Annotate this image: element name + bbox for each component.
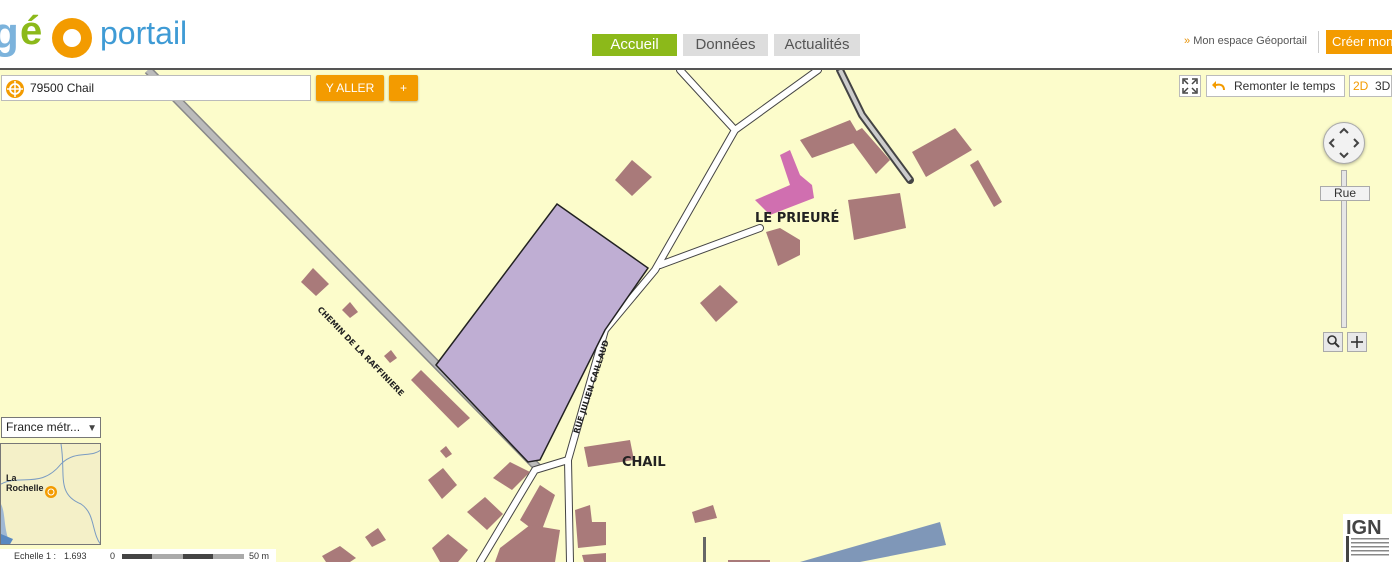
create-account-button[interactable]: Créer mon bbox=[1326, 30, 1392, 54]
geoportail-logo[interactable]: g é portail bbox=[0, 6, 222, 62]
header: g é portail Accueil Données Actualités »… bbox=[0, 0, 1392, 68]
zoom-box-button[interactable] bbox=[1323, 332, 1343, 352]
water-body bbox=[800, 522, 946, 562]
undo-arrow-icon bbox=[1212, 81, 1225, 90]
scale-ratio: 1.693 bbox=[64, 551, 87, 561]
tab-actualites[interactable]: Actualités bbox=[774, 34, 860, 56]
scale-echelle-label: Echelle 1 : bbox=[14, 551, 57, 561]
go-button[interactable]: Y ALLER bbox=[316, 75, 384, 101]
svg-text:IGN: IGN bbox=[1346, 517, 1382, 539]
scale-graduation bbox=[122, 554, 244, 559]
overview-map[interactable]: La Rochelle bbox=[0, 443, 101, 545]
scale-start: 0 bbox=[110, 551, 116, 561]
fullscreen-button[interactable] bbox=[1179, 75, 1201, 97]
move-icon bbox=[1351, 336, 1363, 348]
add-button[interactable]: + bbox=[389, 75, 418, 101]
header-divider bbox=[1318, 31, 1319, 53]
scale-bar: Echelle 1 : 1.693 0 50 m bbox=[0, 549, 276, 562]
projection-value: France métr... bbox=[6, 420, 81, 434]
mon-espace-link[interactable]: » Mon espace Géoportail bbox=[1184, 35, 1307, 47]
mode-2d[interactable]: 2D bbox=[1353, 76, 1368, 96]
pan-arrows-icon bbox=[1328, 127, 1360, 159]
locate-icon[interactable] bbox=[5, 79, 25, 99]
svg-text:g: g bbox=[0, 9, 19, 58]
search-bar bbox=[1, 75, 311, 101]
ign-logo[interactable]: IGN bbox=[1343, 514, 1392, 562]
ign-logo-image: IGN bbox=[1346, 517, 1389, 562]
remonter-label: Remonter le temps bbox=[1234, 79, 1336, 93]
overview-city-line2: Rochelle bbox=[6, 483, 44, 493]
fullscreen-icon bbox=[1182, 78, 1198, 94]
highlighted-building bbox=[755, 150, 814, 215]
scale-end: 50 m bbox=[249, 551, 270, 561]
tab-donnees[interactable]: Données bbox=[683, 34, 768, 56]
chevron-right-icon: » bbox=[1184, 35, 1194, 47]
label-chail: CHAIL bbox=[622, 455, 666, 470]
search-input[interactable] bbox=[30, 78, 306, 98]
map-canvas[interactable]: LE PRIEURÉ CHAIL CHEMIN DE LA RAFFINIERE… bbox=[0, 70, 1392, 562]
map-layer bbox=[144, 70, 1002, 562]
mode-3d[interactable]: 3D bbox=[1375, 76, 1390, 96]
magnifier-icon bbox=[1327, 335, 1340, 348]
dropdown-arrow-icon: ▼ bbox=[87, 423, 97, 434]
mon-espace-label: Mon espace Géoportail bbox=[1193, 35, 1307, 47]
projection-select[interactable]: France métr... ▼ bbox=[1, 417, 101, 438]
zoom-level-label[interactable]: Rue bbox=[1320, 186, 1370, 201]
tab-accueil[interactable]: Accueil bbox=[592, 34, 677, 56]
overview-city-line1: La bbox=[6, 473, 17, 483]
svg-text:portail: portail bbox=[100, 15, 187, 51]
overview-map-image bbox=[1, 444, 100, 544]
pan-mode-button[interactable] bbox=[1347, 332, 1367, 352]
label-le-prieure: LE PRIEURÉ bbox=[755, 211, 840, 226]
selected-parcel bbox=[435, 202, 650, 463]
view-mode-toggle[interactable]: 2D 3D bbox=[1349, 75, 1392, 97]
svg-text:é: é bbox=[20, 9, 42, 53]
pan-control[interactable] bbox=[1323, 122, 1365, 164]
remonter-le-temps-button[interactable]: Remonter le temps bbox=[1206, 75, 1345, 97]
overview-city-label: La Rochelle bbox=[6, 473, 44, 493]
